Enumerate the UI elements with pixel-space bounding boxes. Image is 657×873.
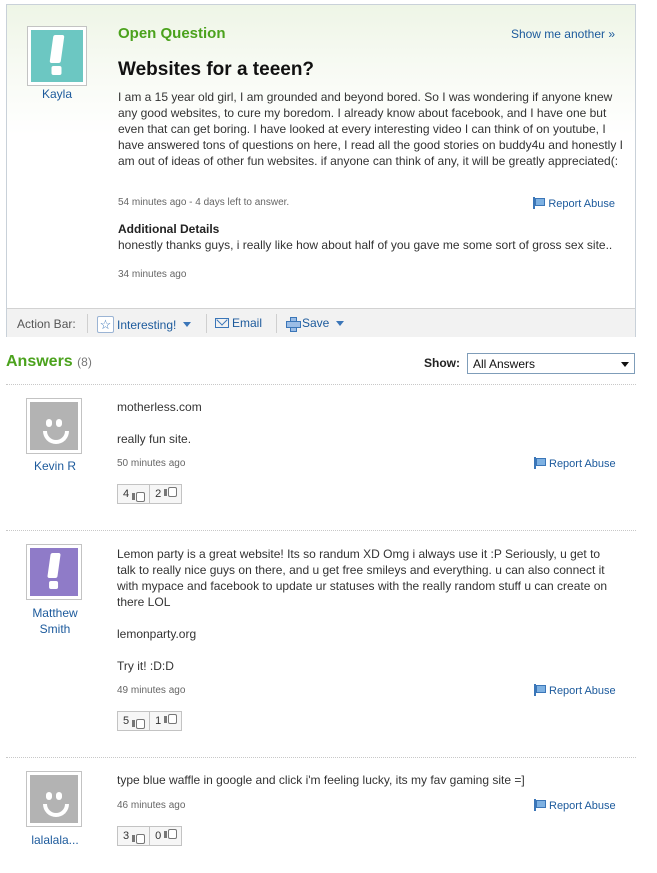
answerer-name[interactable]: lalalala...: [20, 832, 90, 848]
thumbs-up-button[interactable]: 5: [118, 712, 149, 730]
question-body: I am a 15 year old girl, I am grounded a…: [118, 90, 624, 168]
smiley-avatar-icon: [30, 775, 78, 823]
divider: [276, 314, 277, 333]
thumbs-down-icon: [164, 489, 176, 500]
question-status-label: Open Question: [118, 25, 226, 42]
question-title: Websites for a teeen?: [118, 59, 315, 80]
vote-buttons: 4 2: [117, 484, 183, 504]
star-icon: ☆: [97, 316, 114, 333]
answers-count: (8): [77, 355, 92, 369]
report-abuse-link[interactable]: Report Abuse: [533, 457, 616, 470]
thumbs-up-icon: [132, 489, 146, 502]
answer-timestamp: 46 minutes ago: [117, 800, 186, 811]
action-bar-label: Action Bar:: [17, 317, 76, 331]
thumbs-down-button[interactable]: 0: [149, 827, 181, 845]
thumbs-up-icon: [132, 831, 146, 844]
flag-icon: [533, 457, 546, 469]
divider: [6, 757, 636, 758]
save-label: Save: [302, 316, 330, 330]
report-abuse-label: Report Abuse: [549, 800, 616, 812]
save-button[interactable]: Save: [286, 316, 345, 332]
thumbs-down-button[interactable]: 1: [149, 712, 181, 730]
additional-details-title: Additional Details: [118, 222, 220, 236]
flag-icon: [532, 197, 546, 209]
email-label: Email: [232, 316, 263, 330]
additional-details-body: honestly thanks guys, i really like how …: [118, 238, 613, 252]
divider: [206, 314, 207, 333]
thumbs-down-count: 2: [155, 488, 162, 500]
answerer-name[interactable]: Matthew Smith: [20, 605, 90, 637]
chevron-down-icon: [336, 320, 345, 326]
report-abuse-link[interactable]: Report Abuse: [532, 197, 615, 210]
answer-text: Lemon party is a great website! Its so r…: [117, 547, 608, 673]
chevron-down-icon: [621, 362, 629, 367]
thumbs-up-count: 3: [123, 830, 130, 842]
chevron-down-icon: [183, 322, 192, 327]
thumbs-up-button[interactable]: 4: [118, 485, 149, 503]
show-another-link[interactable]: Show me another »: [511, 27, 615, 41]
thumbs-up-count: 4: [123, 488, 130, 500]
exclamation-avatar-icon: [31, 30, 83, 82]
thumbs-down-icon: [164, 831, 176, 842]
vote-buttons: 3 0: [117, 826, 183, 846]
avatar[interactable]: [27, 26, 87, 86]
thumbs-up-count: 5: [123, 715, 130, 727]
show-filter-value: All Answers: [473, 357, 536, 371]
answer-timestamp: 50 minutes ago: [117, 458, 186, 469]
flag-icon: [533, 799, 546, 811]
email-button[interactable]: Email: [215, 316, 262, 330]
show-filter-select[interactable]: All Answers: [467, 353, 635, 374]
thumbs-up-icon: [132, 716, 146, 729]
answer-text: motherless.com really fun site.: [117, 400, 202, 446]
question-box: Kayla Open Question Show me another » We…: [6, 4, 636, 337]
additional-details-timestamp: 34 minutes ago: [118, 269, 187, 280]
plus-icon: [286, 316, 301, 332]
avatar[interactable]: [26, 398, 82, 454]
smiley-avatar-icon: [30, 402, 78, 450]
thumbs-down-button[interactable]: 2: [149, 485, 181, 503]
report-abuse-label: Report Abuse: [549, 458, 616, 470]
envelope-icon: [215, 318, 229, 328]
exclamation-avatar-icon: [30, 548, 78, 596]
answer-timestamp: 49 minutes ago: [117, 685, 186, 696]
report-abuse-label: Report Abuse: [549, 685, 616, 697]
vote-buttons: 5 1: [117, 711, 183, 731]
flag-icon: [533, 684, 546, 696]
divider: [6, 530, 636, 531]
asker-name[interactable]: Kayla: [22, 87, 92, 101]
report-abuse-link[interactable]: Report Abuse: [533, 799, 616, 812]
thumbs-up-button[interactable]: 3: [118, 827, 149, 845]
report-abuse-label: Report Abuse: [548, 198, 615, 210]
avatar[interactable]: [26, 544, 82, 600]
divider: [6, 384, 636, 385]
question-timestamp: 54 minutes ago - 4 days left to answer.: [118, 197, 290, 208]
show-filter-label: Show:: [424, 356, 460, 370]
divider: [87, 314, 88, 333]
interesting-button[interactable]: ☆ Interesting!: [97, 316, 192, 333]
answers-heading: Answers (8): [6, 353, 92, 371]
answers-title: Answers: [6, 353, 73, 370]
answer-text: type blue waffle in google and click i'm…: [117, 773, 525, 787]
thumbs-down-icon: [164, 716, 176, 727]
thumbs-down-count: 1: [155, 715, 162, 727]
action-bar: Action Bar: ☆ Interesting! Email Save: [7, 308, 635, 337]
thumbs-down-count: 0: [155, 830, 162, 842]
report-abuse-link[interactable]: Report Abuse: [533, 684, 616, 697]
avatar[interactable]: [26, 771, 82, 827]
answerer-name[interactable]: Kevin R: [20, 458, 90, 474]
interesting-label: Interesting!: [117, 317, 177, 332]
